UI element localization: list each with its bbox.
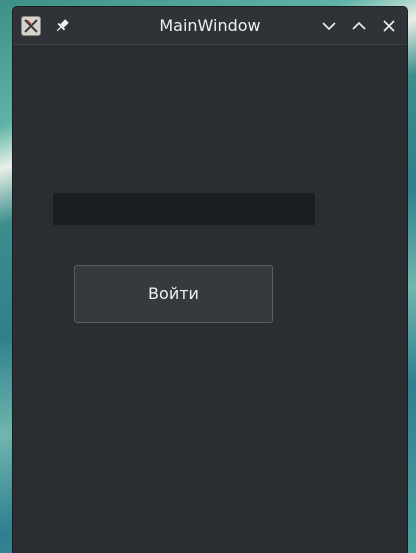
title-bar[interactable]: MainWindow (13, 7, 407, 45)
application-icon[interactable] (21, 16, 41, 36)
chevron-up-icon[interactable] (349, 16, 369, 36)
pin-icon[interactable] (53, 17, 71, 35)
window-title: MainWindow (159, 16, 261, 35)
close-icon[interactable] (379, 16, 399, 36)
login-input[interactable] (53, 193, 315, 225)
login-button[interactable]: Войти (74, 265, 273, 323)
chevron-down-icon[interactable] (319, 16, 339, 36)
main-window: MainWindow Войти (12, 6, 408, 553)
